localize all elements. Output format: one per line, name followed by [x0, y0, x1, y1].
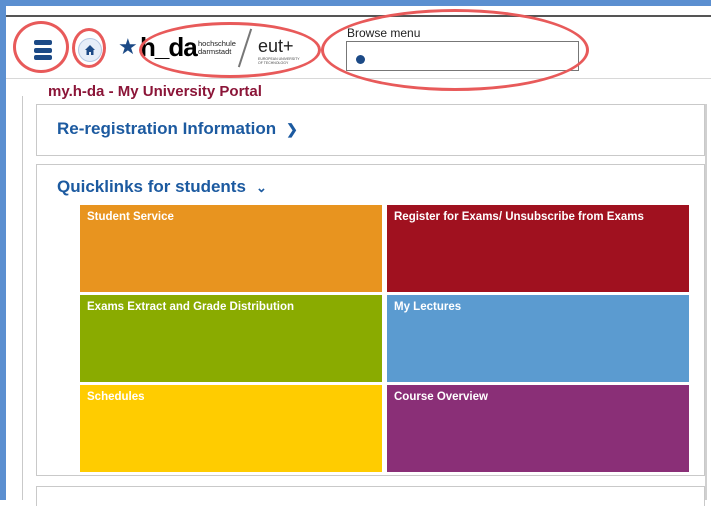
next-panel-edge: [36, 486, 705, 506]
chevron-down-icon: ⌄: [255, 180, 267, 195]
browse-menu-field[interactable]: [346, 41, 579, 71]
tile-label: Schedules: [87, 391, 145, 403]
tile-exams-extract[interactable]: Exams Extract and Grade Distribution: [80, 295, 382, 382]
tile-register-exams[interactable]: Register for Exams/ Unsubscribe from Exa…: [387, 205, 689, 292]
menu-icon[interactable]: [34, 40, 52, 60]
eut-logo-subtitle: EUROPEAN UNIVERSITY OF TECHNOLOGY: [258, 57, 300, 65]
page-title: my.h-da - My University Portal: [48, 83, 262, 100]
chevron-right-icon: ❯: [286, 121, 298, 137]
browse-menu-input[interactable]: [369, 42, 573, 70]
star-icon[interactable]: ★: [118, 34, 138, 62]
home-icon: [85, 45, 95, 55]
tile-label: Exams Extract and Grade Distribution: [87, 301, 295, 313]
menu-bar: [34, 55, 52, 60]
tile-label: Student Service: [87, 211, 174, 223]
right-divider: [705, 104, 707, 500]
menu-bar: [34, 40, 52, 45]
sidebar-edge: [22, 96, 23, 500]
menu-bar: [34, 47, 52, 53]
search-icon: [356, 55, 365, 64]
quicklinks-panel: Quicklinks for students ⌄ Student Service…: [36, 164, 705, 476]
hda-logo-subtitle: hochschule darmstadt: [198, 40, 236, 56]
tile-label: Register for Exams/ Unsubscribe from Exa…: [394, 211, 644, 223]
tile-student-service[interactable]: Student Service: [80, 205, 382, 292]
eut-logo: eut+: [258, 36, 294, 56]
tile-schedules[interactable]: Schedules: [80, 385, 382, 472]
hda-logo-text: h_da: [140, 32, 198, 62]
quicklinks-title: Quicklinks for students: [57, 177, 246, 196]
home-button[interactable]: [78, 38, 102, 62]
reregistration-panel: Re-registration Information ❯: [36, 104, 705, 156]
tile-label: My Lectures: [394, 301, 462, 313]
browse-menu-label: Browse menu: [347, 26, 421, 40]
top-divider: [6, 15, 711, 17]
tile-course-overview[interactable]: Course Overview: [387, 385, 689, 472]
logo-sub-line2: darmstadt: [198, 47, 232, 56]
tile-my-lectures[interactable]: My Lectures: [387, 295, 689, 382]
hda-logo[interactable]: h_da: [140, 32, 198, 62]
reregistration-title: Re-registration Information: [57, 119, 277, 138]
quicklinks-toggle[interactable]: Quicklinks for students ⌄: [57, 177, 267, 197]
reregistration-toggle[interactable]: Re-registration Information ❯: [57, 119, 298, 139]
tile-label: Course Overview: [394, 391, 488, 403]
